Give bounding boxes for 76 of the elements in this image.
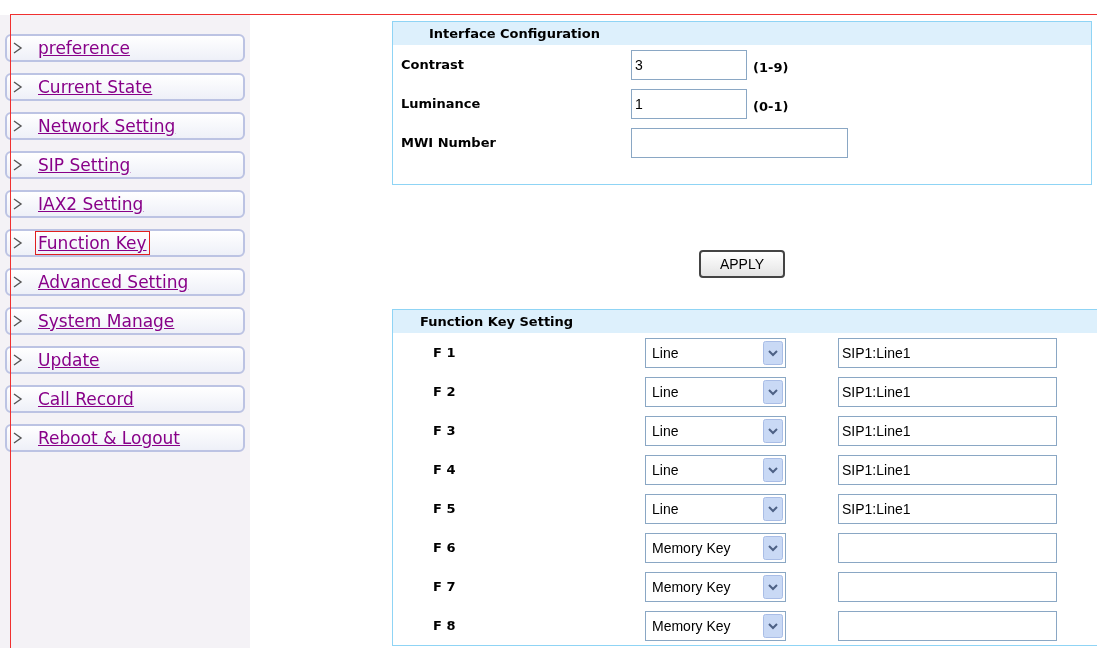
nav-button[interactable]: Current State [5, 73, 245, 101]
panel-title: Function Key Setting [393, 310, 1097, 333]
text-field[interactable] [838, 571, 1057, 602]
nav-link[interactable]: Advanced Setting [35, 270, 192, 294]
chevron-icon [11, 431, 25, 445]
key-label: F 6 [432, 540, 457, 555]
dropdown-icon[interactable] [763, 613, 783, 638]
type-select[interactable]: Memory Key [645, 571, 786, 602]
type-select[interactable]: Line [645, 376, 786, 407]
panel-title: Interface Configuration [393, 22, 1091, 45]
chevron-icon [11, 314, 25, 328]
field-label: MWI Number [400, 135, 497, 150]
dropdown-icon[interactable] [763, 418, 783, 443]
key-label: F 2 [432, 384, 457, 399]
nav-link[interactable]: Function Key [35, 231, 150, 255]
text-field[interactable]: SIP1:Line1 [838, 376, 1057, 407]
nav-button[interactable]: Network Setting [5, 112, 245, 140]
chevron-icon [11, 41, 25, 55]
chevron-icon [11, 119, 25, 133]
nav-button[interactable]: Advanced Setting [5, 268, 245, 296]
dropdown-icon[interactable] [763, 496, 783, 521]
nav-link[interactable]: Call Record [35, 387, 137, 411]
dropdown-icon[interactable] [763, 379, 783, 404]
type-select[interactable]: Line [645, 337, 786, 368]
text-field[interactable] [838, 532, 1057, 563]
field-label: Contrast [400, 57, 466, 72]
nav-button[interactable]: System Manage [5, 307, 245, 335]
key-label: F 7 [432, 579, 457, 594]
text-field[interactable]: SIP1:Line1 [838, 415, 1057, 446]
nav-link[interactable]: preference [35, 36, 133, 60]
dropdown-icon[interactable] [763, 535, 783, 560]
chevron-icon [11, 236, 25, 250]
chevron-icon [11, 392, 25, 406]
nav-link[interactable]: Reboot & Logout [35, 426, 184, 450]
type-select[interactable]: Line [645, 454, 786, 485]
nav-button[interactable]: Update [5, 346, 245, 374]
key-label: F 1 [432, 345, 457, 360]
key-label: F 3 [432, 423, 457, 438]
field-label: Luminance [400, 96, 482, 111]
text-field[interactable]: 1 [631, 88, 747, 119]
type-select[interactable]: Memory Key [645, 532, 786, 563]
nav-button[interactable]: IAX2 Setting [5, 190, 245, 218]
text-field[interactable]: SIP1:Line1 [838, 454, 1057, 485]
nav-link[interactable]: Network Setting [35, 114, 179, 138]
range-hint: (1-9) [753, 60, 789, 75]
key-label: F 8 [432, 618, 457, 633]
dropdown-icon[interactable] [763, 457, 783, 482]
chevron-icon [11, 275, 25, 289]
nav-link[interactable]: IAX2 Setting [35, 192, 147, 216]
nav-link[interactable]: SIP Setting [35, 153, 134, 177]
chevron-icon [11, 197, 25, 211]
nav-button[interactable]: Call Record [5, 385, 245, 413]
text-field[interactable] [838, 610, 1057, 641]
apply-button[interactable]: APPLY [699, 250, 785, 278]
type-select[interactable]: Line [645, 493, 786, 524]
nav-button[interactable]: preference [5, 34, 245, 62]
chevron-icon [11, 80, 25, 94]
nav-link[interactable]: System Manage [35, 309, 178, 333]
nav-button[interactable]: SIP Setting [5, 151, 245, 179]
type-select[interactable]: Memory Key [645, 610, 786, 641]
range-hint: (0-1) [753, 99, 789, 114]
dropdown-icon[interactable] [763, 340, 783, 365]
key-label: F 4 [432, 462, 457, 477]
key-label: F 5 [432, 501, 457, 516]
nav-link[interactable]: Current State [35, 75, 156, 99]
type-select[interactable]: Line [645, 415, 786, 446]
text-field[interactable]: SIP1:Line1 [838, 337, 1057, 368]
text-field[interactable] [631, 127, 848, 158]
dropdown-icon[interactable] [763, 574, 783, 599]
nav-link[interactable]: Update [35, 348, 103, 372]
chevron-icon [11, 158, 25, 172]
chevron-icon [11, 353, 25, 367]
text-field[interactable]: 3 [631, 49, 747, 80]
text-field[interactable]: SIP1:Line1 [838, 493, 1057, 524]
nav-button[interactable]: Function Key [5, 229, 245, 257]
nav-button[interactable]: Reboot & Logout [5, 424, 245, 452]
